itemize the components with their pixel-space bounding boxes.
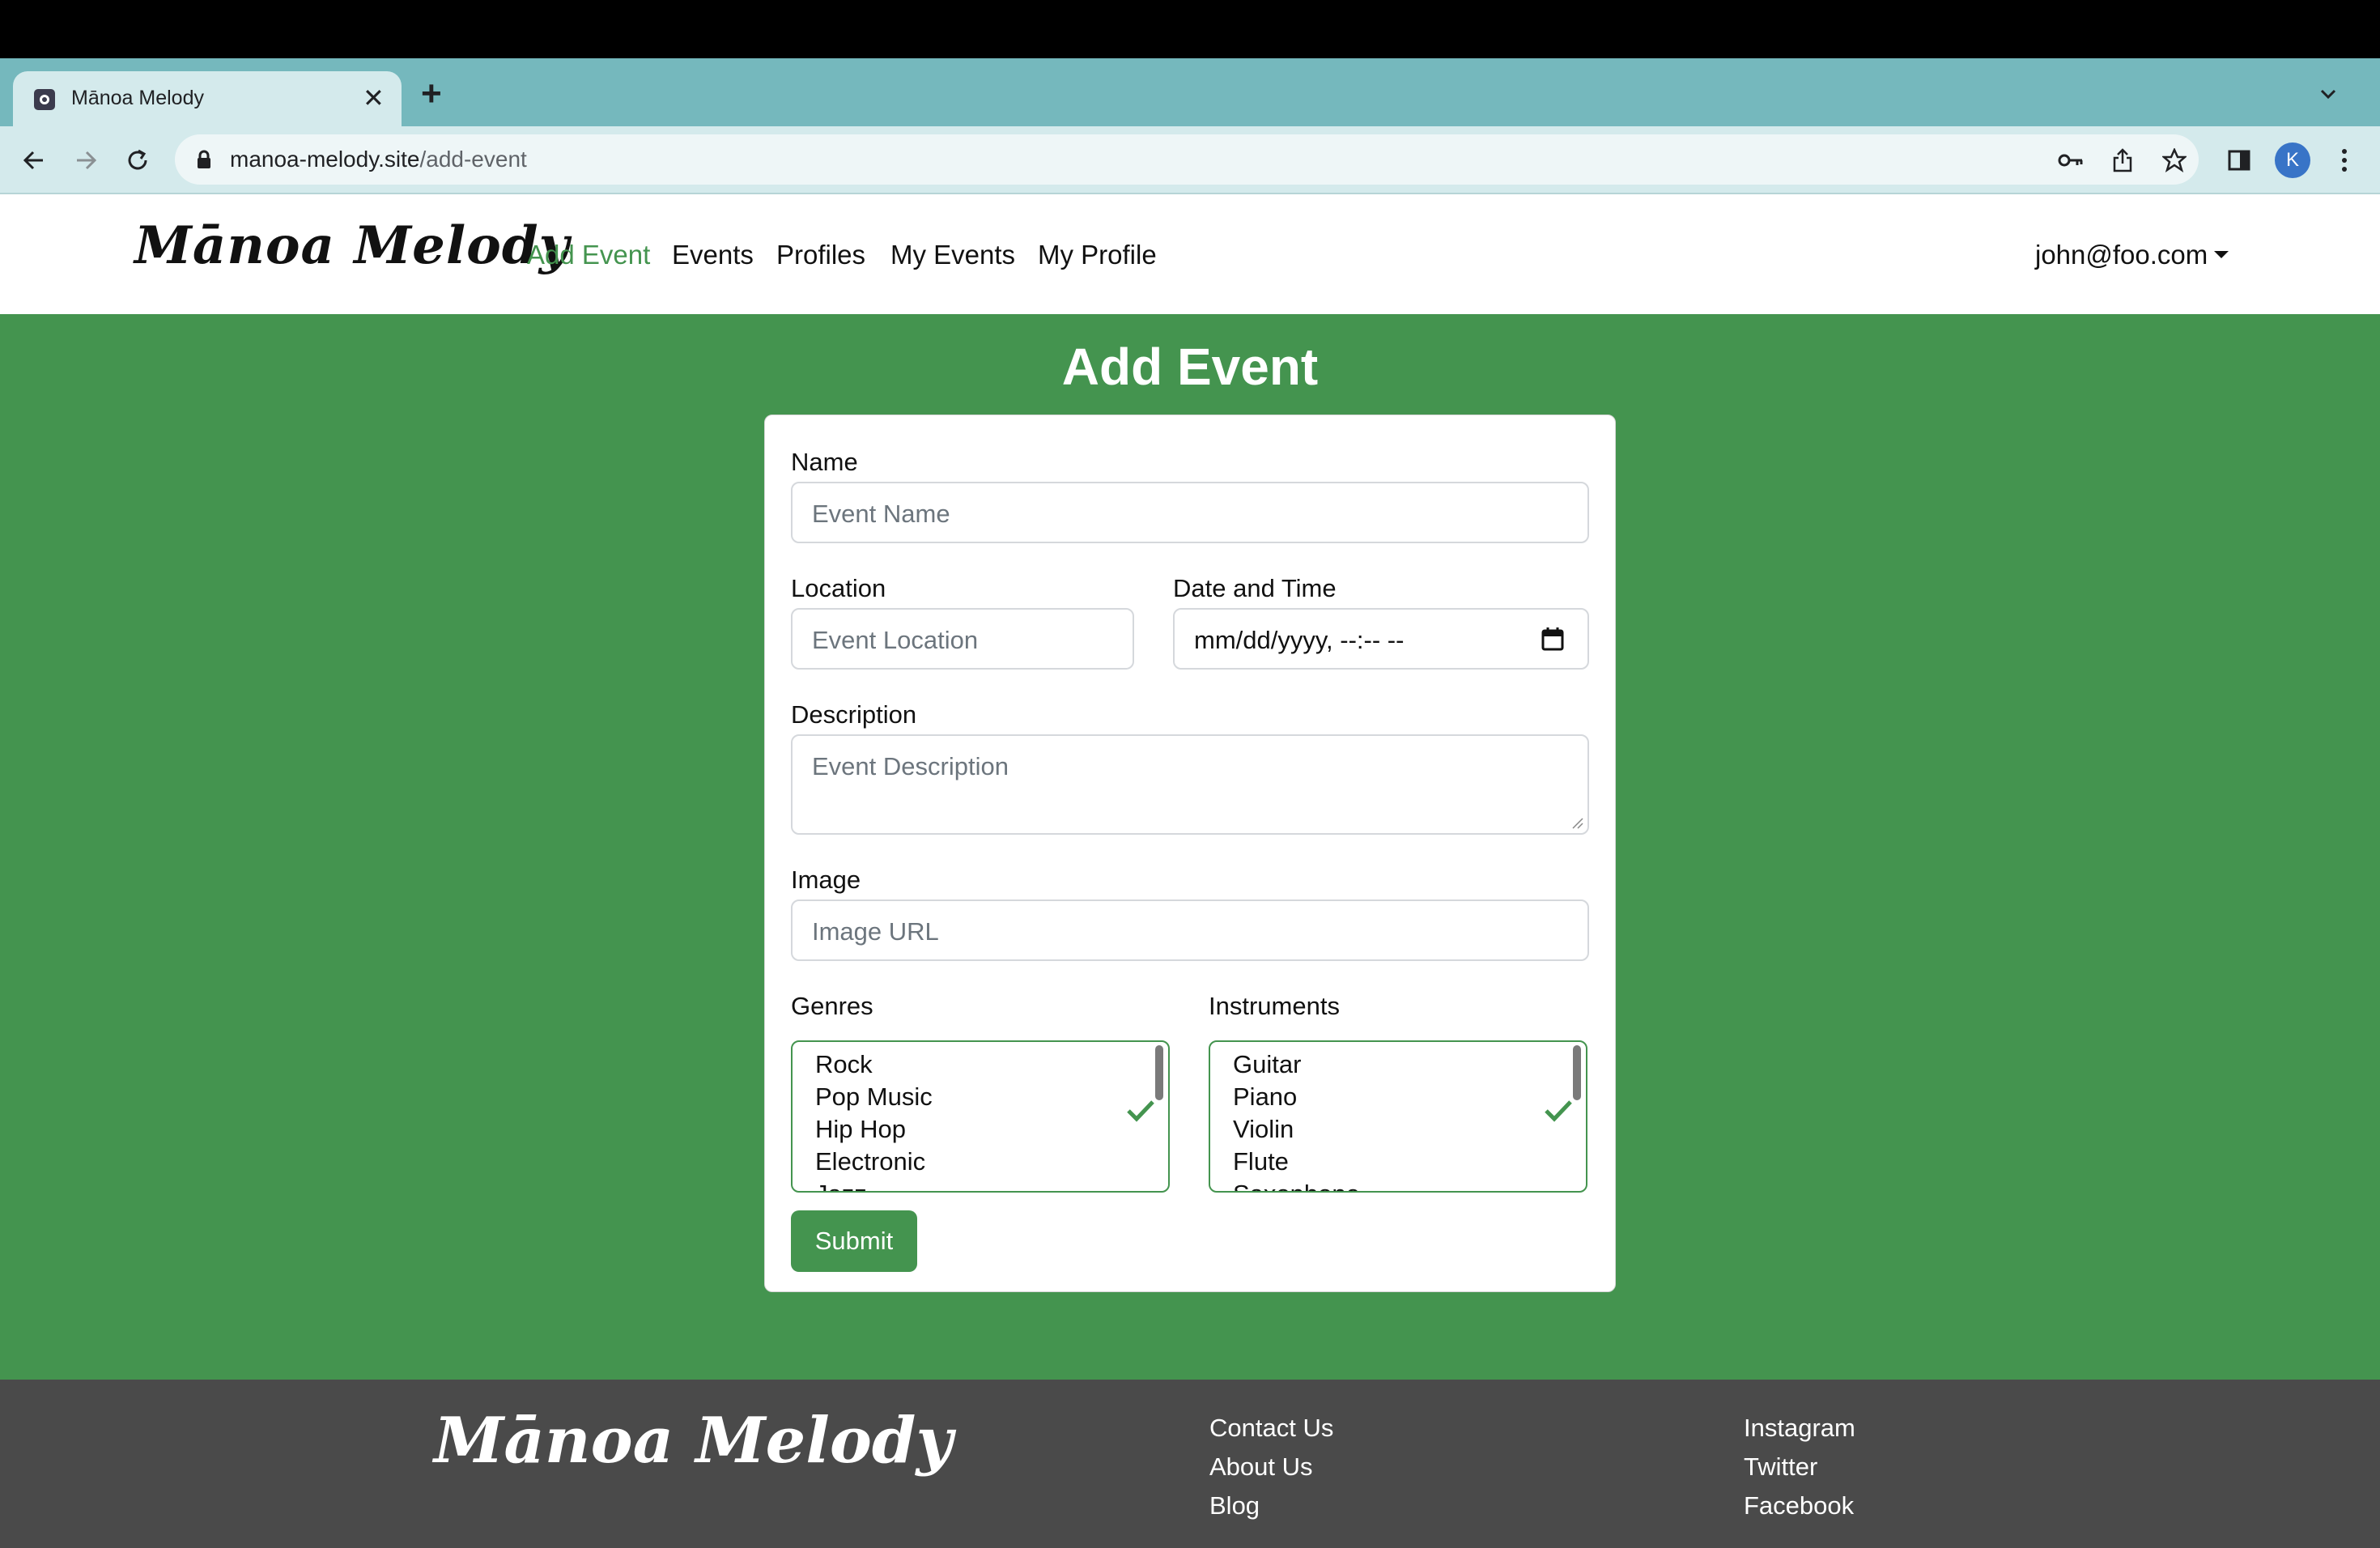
image-url-input[interactable]: Image URL <box>791 899 1589 961</box>
genres-label: Genres <box>791 992 873 1020</box>
datetime-value: mm/dd/yyyy, --:-- -- <box>1194 626 1405 654</box>
datetime-label: Date and Time <box>1173 574 1337 602</box>
instruments-multiselect[interactable]: Guitar Piano Violin Flute Saxophone <box>1209 1040 1587 1193</box>
forward-arrow-icon[interactable] <box>66 141 105 180</box>
instruments-options: Guitar Piano Violin Flute Saxophone <box>1233 1048 1360 1191</box>
user-dropdown[interactable]: john@foo.com <box>2035 240 2229 270</box>
image-url-placeholder: Image URL <box>812 917 939 946</box>
url-text: manoa-melody.site/add-event <box>230 147 527 172</box>
nav-link-my-events[interactable]: My Events <box>890 240 1015 270</box>
page-body: Mānoa Melody Add Event Events Profiles M… <box>0 194 2380 1548</box>
more-menu-icon[interactable] <box>2325 141 2364 180</box>
back-arrow-icon[interactable] <box>15 141 53 180</box>
tab-title: Mānoa Melody <box>71 87 204 109</box>
instrument-option[interactable]: Flute <box>1233 1146 1360 1178</box>
instruments-scrollbar[interactable] <box>1573 1045 1581 1100</box>
instrument-option[interactable]: Saxophone <box>1233 1178 1360 1191</box>
caret-down-icon <box>2214 250 2229 258</box>
nav-link-add-event[interactable]: Add Event <box>527 240 650 270</box>
description-label: Description <box>791 700 917 729</box>
submit-button[interactable]: Submit <box>791 1210 917 1272</box>
valid-check-icon <box>1127 1100 1154 1122</box>
reload-icon[interactable] <box>118 141 157 180</box>
browser-tab[interactable]: Mānoa Melody ✕ <box>13 71 402 126</box>
share-icon[interactable] <box>2106 144 2139 176</box>
name-input[interactable]: Event Name <box>791 482 1589 543</box>
site-footer: Mānoa Melody Contact Us About Us Blog In… <box>0 1380 2380 1548</box>
new-tab-icon[interactable]: + <box>421 76 442 112</box>
footer-links-company: Contact Us About Us Blog <box>1209 1412 1333 1529</box>
footer-link-contact[interactable]: Contact Us <box>1209 1412 1333 1451</box>
footer-links-social: Instagram Twitter Facebook <box>1744 1412 1855 1529</box>
page-title: Add Event <box>1061 338 1319 396</box>
genres-options: Rock Pop Music Hip Hop Electronic Jazz <box>815 1048 933 1191</box>
instrument-option[interactable]: Violin <box>1233 1113 1360 1146</box>
site-favicon-icon <box>34 89 55 110</box>
location-label: Location <box>791 574 886 602</box>
browser-toolbar: manoa-melody.site/add-event K <box>0 126 2380 194</box>
nav-link-my-profile[interactable]: My Profile <box>1038 240 1157 270</box>
genre-option[interactable]: Rock <box>815 1048 933 1081</box>
footer-link-blog[interactable]: Blog <box>1209 1490 1333 1529</box>
browser-tab-strip: Mānoa Melody ✕ + <box>0 58 2380 126</box>
genre-option[interactable]: Electronic <box>815 1146 933 1178</box>
genre-option[interactable]: Pop Music <box>815 1081 933 1113</box>
calendar-icon[interactable] <box>1541 626 1565 652</box>
close-tab-icon[interactable]: ✕ <box>363 82 385 114</box>
nav-link-profiles[interactable]: Profiles <box>776 240 865 270</box>
datetime-input[interactable]: mm/dd/yyyy, --:-- -- <box>1173 608 1589 670</box>
description-textarea[interactable]: Event Description <box>791 734 1589 835</box>
nav-link-events[interactable]: Events <box>672 240 754 270</box>
profile-avatar[interactable]: K <box>2275 142 2310 178</box>
description-placeholder: Event Description <box>812 752 1009 780</box>
instrument-option[interactable]: Guitar <box>1233 1048 1360 1081</box>
genre-option[interactable]: Jazz <box>815 1178 933 1191</box>
image-label: Image <box>791 865 861 894</box>
location-input[interactable]: Event Location <box>791 608 1134 670</box>
side-panel-icon[interactable] <box>2220 141 2259 180</box>
genre-option[interactable]: Hip Hop <box>815 1113 933 1146</box>
screen-top-bar <box>0 0 2380 58</box>
address-bar[interactable]: manoa-melody.site/add-event <box>175 134 2199 185</box>
location-placeholder: Event Location <box>812 626 979 654</box>
lock-icon <box>198 150 210 168</box>
footer-link-facebook[interactable]: Facebook <box>1744 1490 1855 1529</box>
bookmark-star-icon[interactable] <box>2158 144 2191 176</box>
footer-brand-logo: Mānoa Melody <box>434 1404 953 1478</box>
name-placeholder: Event Name <box>812 500 950 528</box>
brand-logo[interactable]: Mānoa Melody <box>134 215 570 276</box>
footer-link-about[interactable]: About Us <box>1209 1451 1333 1490</box>
site-navbar: Mānoa Melody Add Event Events Profiles M… <box>0 194 2380 314</box>
resize-handle-icon[interactable] <box>1571 817 1584 830</box>
genres-scrollbar[interactable] <box>1155 1045 1163 1100</box>
footer-link-instagram[interactable]: Instagram <box>1744 1412 1855 1451</box>
tab-list-chevron-icon[interactable] <box>2317 83 2340 105</box>
instruments-label: Instruments <box>1209 992 1340 1020</box>
footer-link-twitter[interactable]: Twitter <box>1744 1451 1855 1490</box>
name-label: Name <box>791 448 858 476</box>
key-icon[interactable] <box>2055 144 2087 176</box>
user-email: john@foo.com <box>2035 240 2208 270</box>
add-event-form: Name Event Name Location Event Location … <box>764 415 1616 1292</box>
valid-check-icon <box>1545 1100 1572 1122</box>
instrument-option[interactable]: Piano <box>1233 1081 1360 1113</box>
genres-multiselect[interactable]: Rock Pop Music Hip Hop Electronic Jazz <box>791 1040 1170 1193</box>
